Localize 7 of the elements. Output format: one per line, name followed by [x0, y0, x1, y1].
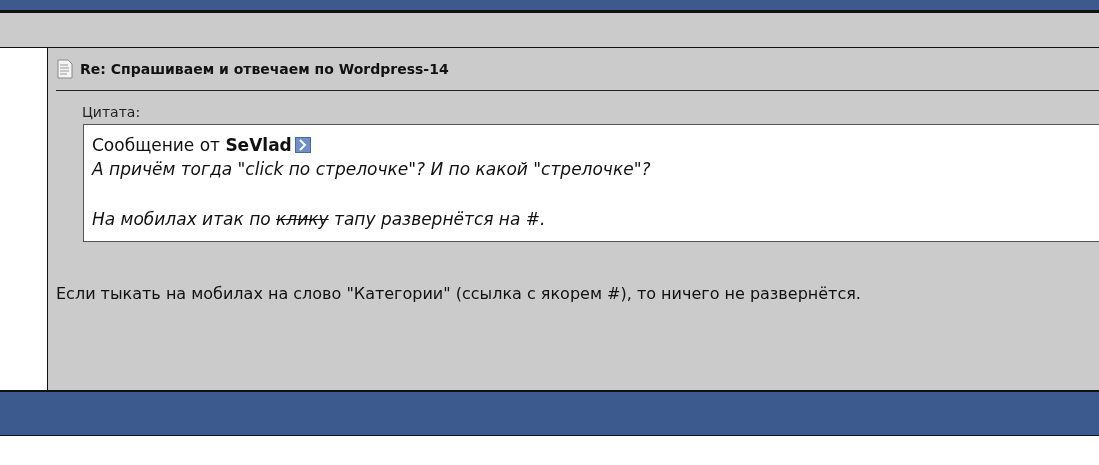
quote-text: На мобилах итак по клику тапу развернётся на #. — [92, 209, 547, 229]
document-icon — [56, 59, 74, 79]
quote-text: А причём тогда "click по стрелочке"? И по какой "стрелочке"? — [92, 159, 652, 179]
post-title: Re: Спрашиваем и отвечаем по Wordpress-14 — [80, 61, 449, 77]
post-text: Если тыкать на мобилах на слово "Категории" (ссылка с якорем #), то ничего не развернётся. — [56, 284, 862, 303]
quote-attribution: Сообщение от SeVlad — [92, 135, 292, 155]
quote-label: Цитата: — [82, 104, 142, 120]
